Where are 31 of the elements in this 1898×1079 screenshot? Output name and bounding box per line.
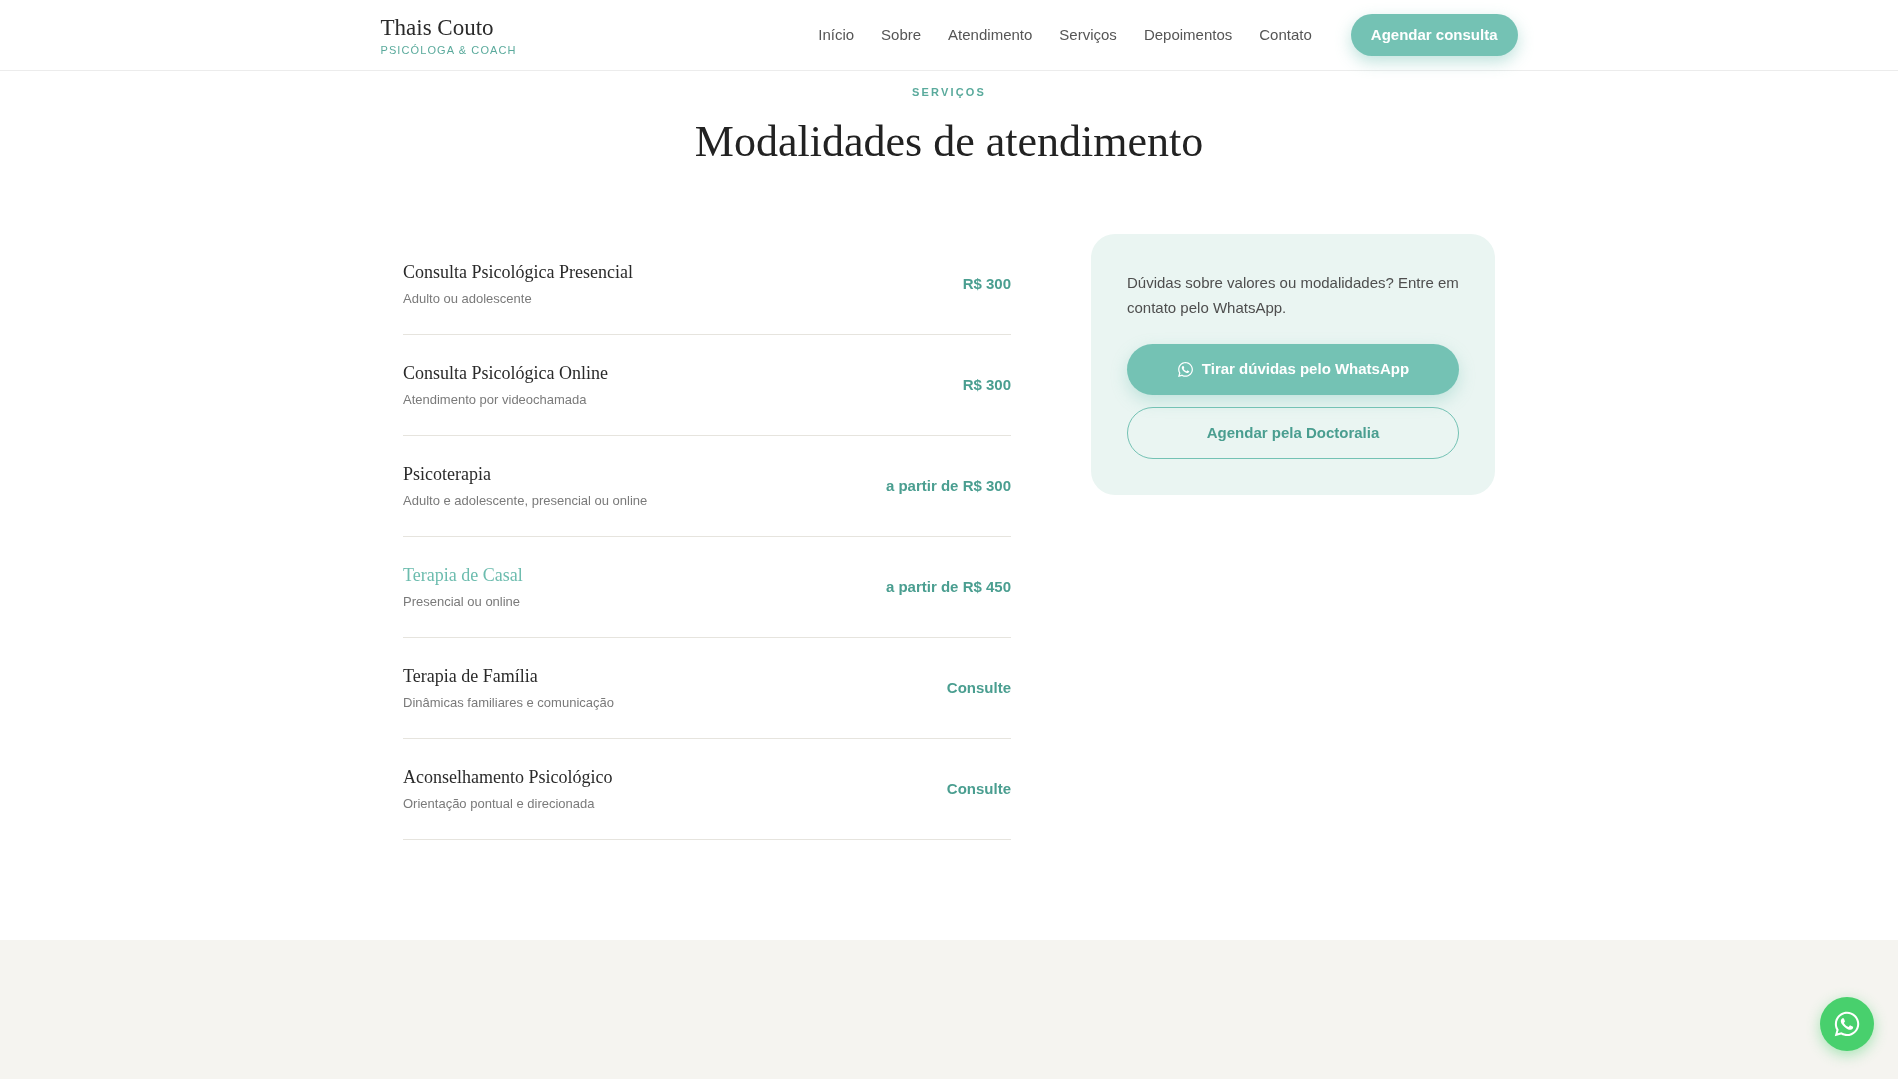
service-title: Terapia de Casal (403, 564, 523, 587)
service-title: Consulta Psicológica Online (403, 362, 608, 385)
logo-name[interactable]: Thais Couto (380, 15, 517, 41)
section-title: Modalidades de atendimento (694, 116, 1204, 168)
service-description: Atendimento por videochamada (403, 391, 588, 409)
logo-tagline: PSICÓLOGA & COACH (380, 43, 517, 57)
service-title: Terapia de Família (403, 665, 539, 688)
service-price: Consulte (946, 677, 1011, 698)
service-description: Adulto ou adolescente (403, 290, 533, 308)
contact-text: Dúvidas sobre valores ou modalidades? Entre em contato pelo WhatsApp. (1127, 273, 1459, 318)
service-price: a partir de R$ 450 (885, 576, 1011, 597)
nav-link[interactable]: Início (818, 23, 855, 47)
service-price: Consulte (946, 778, 1011, 799)
nav-link[interactable]: Sobre (881, 23, 922, 47)
service-price: R$ 300 (962, 374, 1011, 395)
phone-bubble-icon (1176, 361, 1194, 378)
nav-link[interactable]: Depoimentos (1143, 23, 1233, 47)
nav-link[interactable]: Serviços (1059, 23, 1117, 47)
service-title: Consulta Psicológica Presencial (403, 261, 633, 284)
service-title: Psicoterapia (403, 463, 492, 486)
service-title: Aconselhamento Psicológico (403, 766, 613, 789)
service-price: a partir de R$ 300 (885, 475, 1011, 496)
service-description: Adulto e adolescente, presencial ou online (403, 492, 648, 510)
phone-bubble-icon (1833, 1010, 1861, 1038)
service-description: Presencial ou online (403, 593, 522, 611)
nav-link[interactable]: Atendimento (948, 23, 1033, 47)
service-description: Dinâmicas familiares e comunicação (403, 694, 614, 712)
service-price: R$ 300 (962, 273, 1011, 294)
section-eyebrow: SERVIÇOS (911, 85, 987, 100)
service-description: Orientação pontual e direcionada (403, 795, 596, 813)
nav-link[interactable]: Contato (1259, 23, 1312, 47)
